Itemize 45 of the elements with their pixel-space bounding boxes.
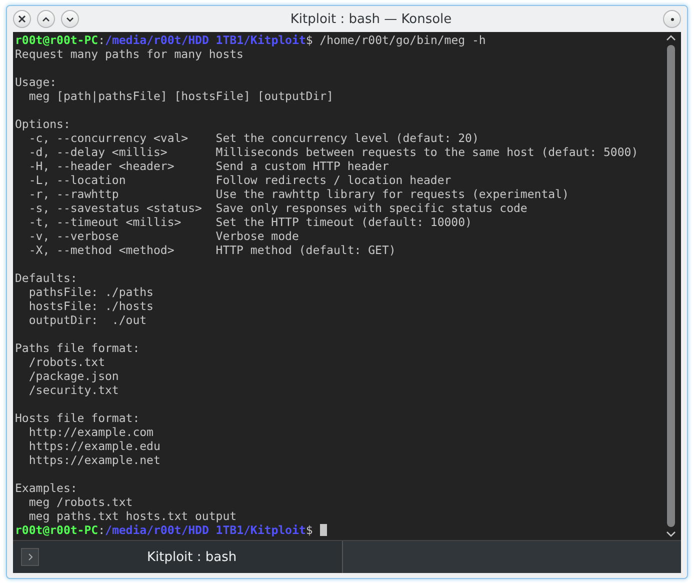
output-line: -d, --delay <millis> Milliseconds between requests to the same host (defaut: 5000)	[28, 145, 640, 159]
output-line: -t, --timeout <millis> Set the HTTP timeout (default: 10000)	[28, 215, 473, 229]
scrollbar-thumb[interactable]	[667, 45, 675, 527]
chevron-right-icon	[28, 553, 32, 561]
output-line: -v, --verbose Verbose mode	[28, 229, 300, 243]
output-line: Options:	[15, 117, 72, 131]
output-line: meg paths.txt hosts.txt output	[28, 509, 238, 523]
chevron-up-icon	[42, 16, 50, 22]
prompt-line: r00t@r00t-PC:/media/r00t/HDD 1TB1/Kitploit$	[15, 523, 659, 537]
tab[interactable]: Kitploit : bash	[147, 550, 237, 564]
output-line: Paths file format:	[15, 341, 141, 355]
maximize-button[interactable]	[37, 10, 55, 28]
output-line: https://example.net	[28, 453, 162, 467]
output-line: Request many paths for many hosts	[15, 47, 244, 61]
output-line: meg [path|pathsFile] [hostsFile] [outputDir]	[28, 89, 334, 103]
new-tab-button[interactable]	[21, 548, 39, 566]
chevron-down-icon	[66, 16, 74, 22]
scroll-up-icon	[666, 35, 676, 41]
output-line: Defaults:	[15, 271, 78, 285]
minimize-button[interactable]	[61, 10, 79, 28]
dot-icon	[670, 18, 674, 20]
output-line: pathsFile: ./paths	[28, 285, 154, 299]
window-title: Kitploit : bash — Konsole	[289, 12, 453, 26]
menu-button[interactable]	[663, 10, 681, 28]
output-line: -r, --rawhttp Use the rawhttp library for requests (experimental)	[28, 187, 570, 201]
output-line: http://example.com	[28, 425, 154, 439]
output-line: outputDir: ./out	[28, 313, 148, 327]
output-line: Examples:	[15, 481, 78, 495]
output-line: /package.json	[28, 369, 120, 383]
output-line: /security.txt	[28, 383, 120, 397]
output-line: Hosts file format:	[15, 411, 141, 425]
scroll-down-icon	[666, 531, 676, 537]
output-line: https://example.edu	[28, 439, 162, 453]
prompt-line: r00t@r00t-PC:/media/r00t/HDD 1TB1/Kitploit$ /home/r00t/go/bin/meg -h	[15, 33, 487, 47]
output-line: -L, --location Follow redirects / location header	[28, 173, 452, 187]
output-line: -H, --header <header> Send a custom HTTP header	[28, 159, 390, 173]
output-line: hostsFile: ./hosts	[28, 299, 154, 313]
close-button[interactable]	[13, 10, 31, 28]
close-icon	[18, 15, 26, 23]
output-line: -s, --savestatus <status> Save only responses with specific status code	[28, 201, 528, 215]
output-line: /robots.txt	[28, 355, 106, 369]
output-line: meg /robots.txt	[28, 495, 134, 509]
output-line: Usage:	[15, 75, 58, 89]
output-line: -X, --method <method> HTTP method (default: GET)	[28, 243, 397, 257]
output-line: -c, --concurrency <val> Set the concurrency level (defaut: 20)	[28, 131, 480, 145]
